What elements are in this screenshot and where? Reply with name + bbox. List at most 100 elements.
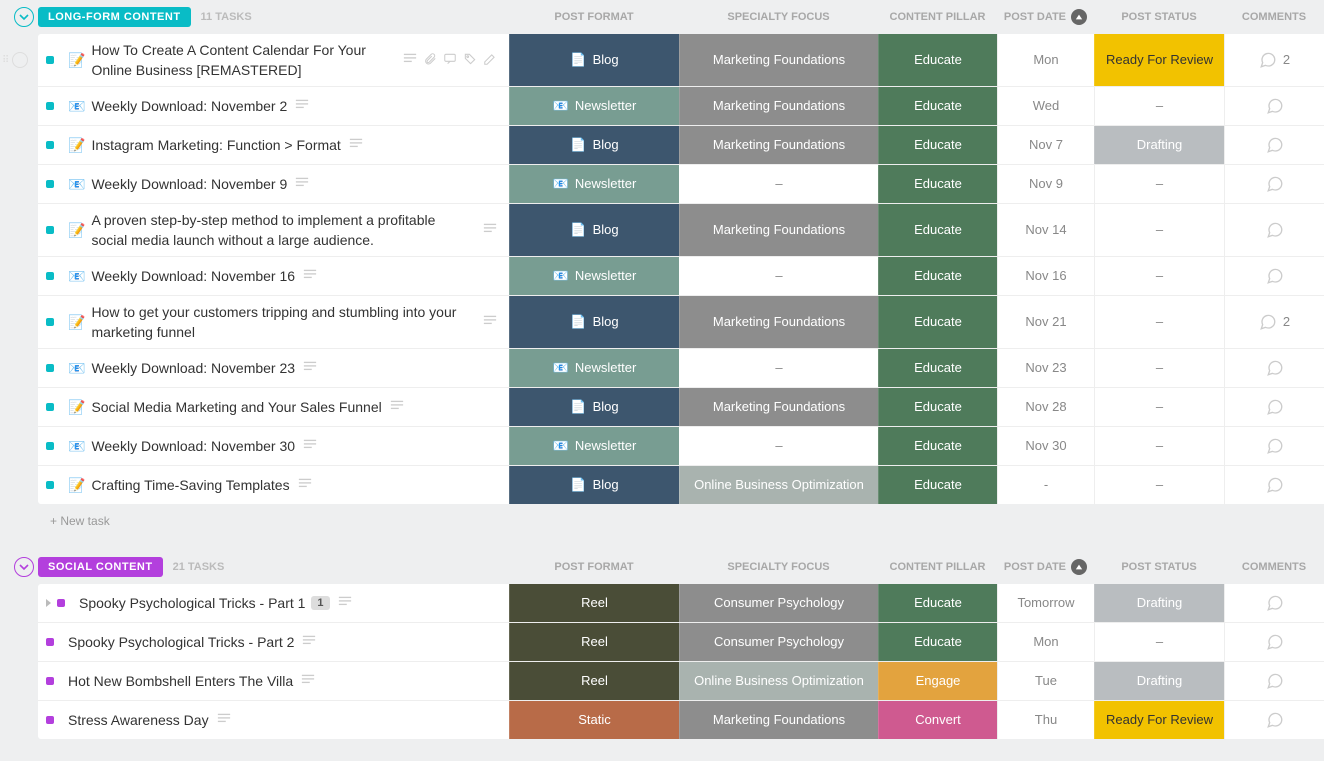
drag-handle[interactable]: ⠿: [2, 52, 28, 68]
task-title[interactable]: Weekly Download: November 30: [91, 436, 295, 456]
col-head-pillar[interactable]: CONTENT PILLAR: [878, 11, 997, 23]
cell-post-date[interactable]: Nov 14: [997, 204, 1094, 256]
group-label[interactable]: SOCIAL CONTENT: [38, 557, 163, 577]
cell-specialty-focus[interactable]: Online Business Optimization: [679, 466, 878, 504]
cell-comments[interactable]: [1224, 349, 1324, 387]
cell-post-date[interactable]: Tomorrow: [997, 584, 1094, 622]
cell-post-status[interactable]: –: [1094, 388, 1224, 426]
cell-content-pillar[interactable]: Educate: [878, 427, 997, 465]
cell-post-status[interactable]: –: [1094, 165, 1224, 203]
collapse-group-button[interactable]: [14, 7, 34, 27]
cell-comments[interactable]: 2: [1224, 296, 1324, 348]
cell-specialty-focus[interactable]: Marketing Foundations: [679, 296, 878, 348]
description-icon[interactable]: [349, 137, 363, 154]
cell-specialty-focus[interactable]: –: [679, 165, 878, 203]
subtask-count-badge[interactable]: 1: [311, 596, 329, 610]
new-task-button[interactable]: + New task: [0, 504, 1324, 528]
task-row[interactable]: 📧Weekly Download: November 2📧NewsletterM…: [38, 86, 1324, 125]
cell-comments[interactable]: [1224, 257, 1324, 295]
cell-post-date[interactable]: Nov 21: [997, 296, 1094, 348]
cell-post-date[interactable]: Tue: [997, 662, 1094, 700]
cell-comments[interactable]: [1224, 662, 1324, 700]
cell-content-pillar[interactable]: Educate: [878, 349, 997, 387]
cell-comments[interactable]: [1224, 87, 1324, 125]
attachment-icon[interactable]: [423, 52, 437, 69]
description-icon[interactable]: [295, 98, 309, 115]
cell-post-status[interactable]: –: [1094, 257, 1224, 295]
cell-post-format[interactable]: 📄Blog: [509, 388, 679, 426]
cell-post-format[interactable]: 📄Blog: [509, 126, 679, 164]
description-icon[interactable]: [483, 314, 497, 331]
description-icon[interactable]: [390, 399, 404, 416]
cell-content-pillar[interactable]: Educate: [878, 623, 997, 661]
cell-content-pillar[interactable]: Educate: [878, 126, 997, 164]
cell-specialty-focus[interactable]: Marketing Foundations: [679, 87, 878, 125]
edit-icon[interactable]: [483, 52, 497, 69]
cell-post-status[interactable]: Ready For Review: [1094, 34, 1224, 86]
task-title[interactable]: Spooky Psychological Tricks - Part 1: [79, 593, 305, 613]
col-head-format[interactable]: POST FORMAT: [509, 11, 679, 23]
cell-specialty-focus[interactable]: Marketing Foundations: [679, 204, 878, 256]
task-title[interactable]: Weekly Download: November 2: [91, 96, 287, 116]
cell-specialty-focus[interactable]: Marketing Foundations: [679, 126, 878, 164]
description-icon[interactable]: [295, 176, 309, 193]
task-title[interactable]: Hot New Bombshell Enters The Villa: [68, 671, 293, 691]
col-head-status[interactable]: POST STATUS: [1094, 11, 1224, 23]
sort-indicator-icon[interactable]: [1071, 9, 1087, 25]
cell-post-status[interactable]: Drafting: [1094, 126, 1224, 164]
cell-comments[interactable]: [1224, 388, 1324, 426]
cell-content-pillar[interactable]: Educate: [878, 584, 997, 622]
description-icon[interactable]: [403, 52, 417, 69]
cell-post-status[interactable]: –: [1094, 87, 1224, 125]
col-head-date[interactable]: POST DATE: [997, 9, 1094, 25]
cell-specialty-focus[interactable]: Marketing Foundations: [679, 34, 878, 86]
cell-post-format[interactable]: 📧Newsletter: [509, 87, 679, 125]
task-row[interactable]: 📝How to get your customers tripping and …: [38, 295, 1324, 348]
complete-circle-icon[interactable]: [12, 52, 28, 68]
col-head-focus[interactable]: SPECIALTY FOCUS: [679, 561, 878, 573]
cell-post-status[interactable]: Drafting: [1094, 662, 1224, 700]
expand-subtasks-icon[interactable]: [46, 599, 51, 607]
tag-icon[interactable]: [463, 52, 477, 69]
task-row[interactable]: Spooky Psychological Tricks - Part 11Ree…: [38, 584, 1324, 622]
group-label[interactable]: LONG-FORM CONTENT: [38, 7, 191, 27]
cell-specialty-focus[interactable]: Online Business Optimization: [679, 662, 878, 700]
task-row[interactable]: 📝Social Media Marketing and Your Sales F…: [38, 387, 1324, 426]
cell-post-format[interactable]: 📧Newsletter: [509, 427, 679, 465]
cell-content-pillar[interactable]: Convert: [878, 701, 997, 739]
cell-specialty-focus[interactable]: Marketing Foundations: [679, 388, 878, 426]
task-row[interactable]: Hot New Bombshell Enters The Villa ReelOn…: [38, 661, 1324, 700]
cell-post-status[interactable]: Ready For Review: [1094, 701, 1224, 739]
task-title[interactable]: Social Media Marketing and Your Sales Fu…: [91, 397, 381, 417]
sort-indicator-icon[interactable]: [1071, 559, 1087, 575]
cell-content-pillar[interactable]: Educate: [878, 257, 997, 295]
cell-content-pillar[interactable]: Educate: [878, 296, 997, 348]
cell-post-date[interactable]: Mon: [997, 623, 1094, 661]
task-title[interactable]: Stress Awareness Day: [68, 710, 209, 730]
cell-post-status[interactable]: –: [1094, 623, 1224, 661]
cell-post-status[interactable]: –: [1094, 204, 1224, 256]
cell-post-date[interactable]: Nov 30: [997, 427, 1094, 465]
task-row[interactable]: 📝A proven step-by-step method to impleme…: [38, 203, 1324, 256]
cell-content-pillar[interactable]: Educate: [878, 34, 997, 86]
cell-specialty-focus[interactable]: –: [679, 257, 878, 295]
cell-post-date[interactable]: Nov 23: [997, 349, 1094, 387]
cell-post-date[interactable]: Nov 9: [997, 165, 1094, 203]
cell-post-date[interactable]: -: [997, 466, 1094, 504]
cell-post-date[interactable]: Nov 7: [997, 126, 1094, 164]
task-row[interactable]: 📧Weekly Download: November 30📧Newsletter…: [38, 426, 1324, 465]
cell-post-date[interactable]: Mon: [997, 34, 1094, 86]
cell-content-pillar[interactable]: Engage: [878, 662, 997, 700]
cell-content-pillar[interactable]: Educate: [878, 466, 997, 504]
task-title[interactable]: How to get your customers tripping and s…: [91, 302, 475, 342]
cell-post-format[interactable]: 📄Blog: [509, 204, 679, 256]
task-title[interactable]: Crafting Time-Saving Templates: [91, 475, 289, 495]
cell-post-date[interactable]: Wed: [997, 87, 1094, 125]
cell-post-format[interactable]: Reel: [509, 662, 679, 700]
col-head-focus[interactable]: SPECIALTY FOCUS: [679, 11, 878, 23]
cell-post-format[interactable]: 📄Blog: [509, 34, 679, 86]
cell-comments[interactable]: [1224, 701, 1324, 739]
cell-post-format[interactable]: 📧Newsletter: [509, 349, 679, 387]
cell-specialty-focus[interactable]: –: [679, 349, 878, 387]
cell-comments[interactable]: [1224, 165, 1324, 203]
